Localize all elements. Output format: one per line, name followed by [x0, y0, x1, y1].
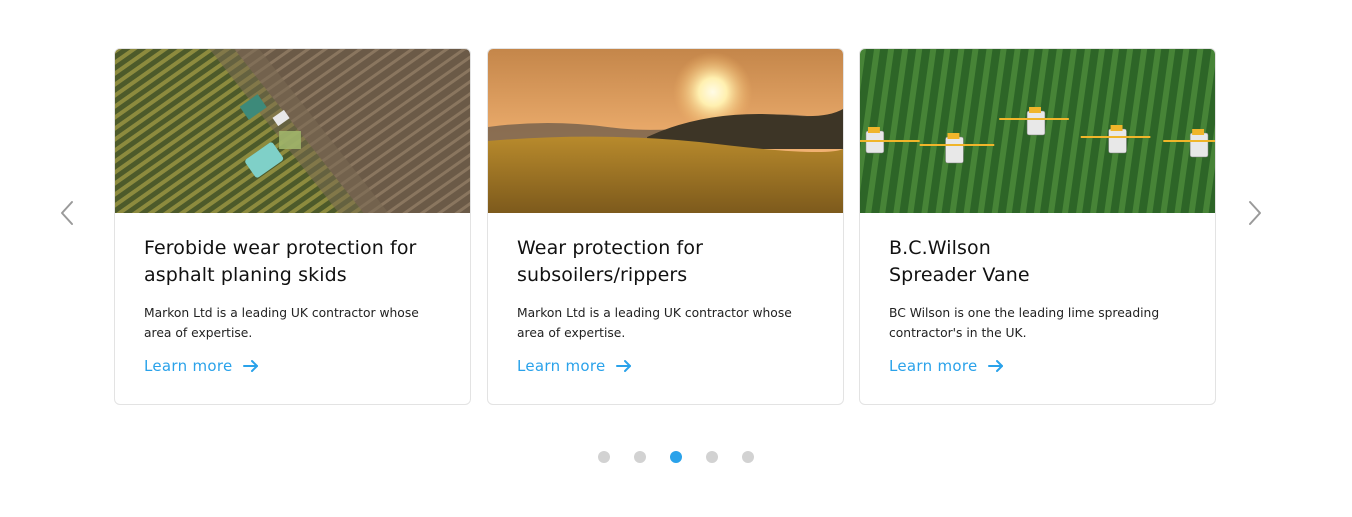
- pagination-dot[interactable]: [634, 451, 646, 463]
- card-description: Markon Ltd is a leading UK contractor wh…: [517, 306, 792, 340]
- card-description: BC Wilson is one the leading lime spread…: [889, 306, 1160, 340]
- carousel-prev-button[interactable]: [54, 198, 82, 228]
- sunset-wheat-field-image: [488, 49, 843, 213]
- pagination-dot[interactable]: [742, 451, 754, 463]
- arrow-right-icon: [615, 360, 631, 372]
- chevron-right-icon: [1249, 201, 1261, 225]
- learn-more-label: Learn more: [517, 357, 606, 375]
- learn-more-label: Learn more: [889, 357, 978, 375]
- aerial-harvester-field-image: [115, 49, 470, 213]
- pagination-dot[interactable]: [598, 451, 610, 463]
- card-title: B.C.Wilson Spreader Vane: [889, 237, 1030, 286]
- product-card: B.C.Wilson Spreader Vane BC Wilson is on…: [859, 48, 1216, 405]
- arrow-right-icon: [242, 360, 258, 372]
- arrow-right-icon: [987, 360, 1003, 372]
- carousel-next-button[interactable]: [1240, 198, 1268, 228]
- learn-more-link[interactable]: Learn more: [517, 357, 632, 375]
- learn-more-link[interactable]: Learn more: [889, 357, 1004, 375]
- product-card: Wear protection for subsoilers/rippers M…: [487, 48, 844, 405]
- learn-more-link[interactable]: Learn more: [144, 357, 259, 375]
- carousel-pagination: [598, 451, 754, 463]
- learn-more-label: Learn more: [144, 357, 233, 375]
- card-title: Wear protection for subsoilers/rippers: [517, 237, 703, 286]
- pagination-dot-active[interactable]: [670, 451, 682, 463]
- card-title: Ferobide wear protection for asphalt pla…: [144, 237, 417, 286]
- green-field-sprayers-image: [860, 49, 1215, 213]
- chevron-left-icon: [61, 201, 73, 225]
- card-description: Markon Ltd is a leading UK contractor wh…: [144, 306, 419, 340]
- pagination-dot[interactable]: [706, 451, 718, 463]
- product-card: Ferobide wear protection for asphalt pla…: [114, 48, 471, 405]
- product-carousel: Ferobide wear protection for asphalt pla…: [0, 0, 1352, 517]
